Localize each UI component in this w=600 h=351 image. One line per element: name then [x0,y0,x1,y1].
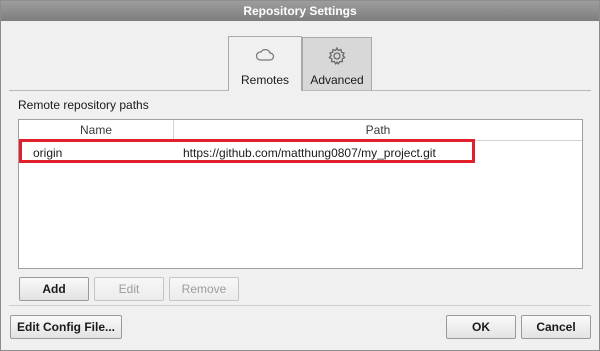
footer-divider [9,305,591,306]
column-header-name[interactable]: Name [19,120,174,140]
remotes-table[interactable]: Name Path origin https://github.com/matt… [18,119,583,269]
remove-button[interactable]: Remove [169,277,239,301]
section-label: Remote repository paths [18,98,149,112]
cloud-icon [229,45,301,65]
remote-path-cell: https://github.com/matthung0807/my_proje… [183,146,436,160]
tab-remotes-label: Remotes [240,73,290,87]
tab-advanced-label: Advanced [310,73,364,87]
repository-settings-dialog: Repository Settings Remotes Advanced Rem… [0,0,600,351]
add-button[interactable]: Add [19,277,89,301]
remote-name-cell: origin [33,146,63,160]
table-header: Name Path [19,120,582,141]
edit-config-file-button[interactable]: Edit Config File... [10,315,122,339]
ok-button[interactable]: OK [446,315,516,339]
cancel-button[interactable]: Cancel [521,315,591,339]
tab-remotes[interactable]: Remotes [228,36,302,91]
table-row[interactable]: origin https://github.com/matthung0807/m… [19,142,582,164]
tab-advanced[interactable]: Advanced [302,37,372,90]
gear-icon [303,46,371,66]
edit-button[interactable]: Edit [94,277,164,301]
dialog-title: Repository Settings [1,1,599,21]
column-header-path[interactable]: Path [174,120,582,140]
